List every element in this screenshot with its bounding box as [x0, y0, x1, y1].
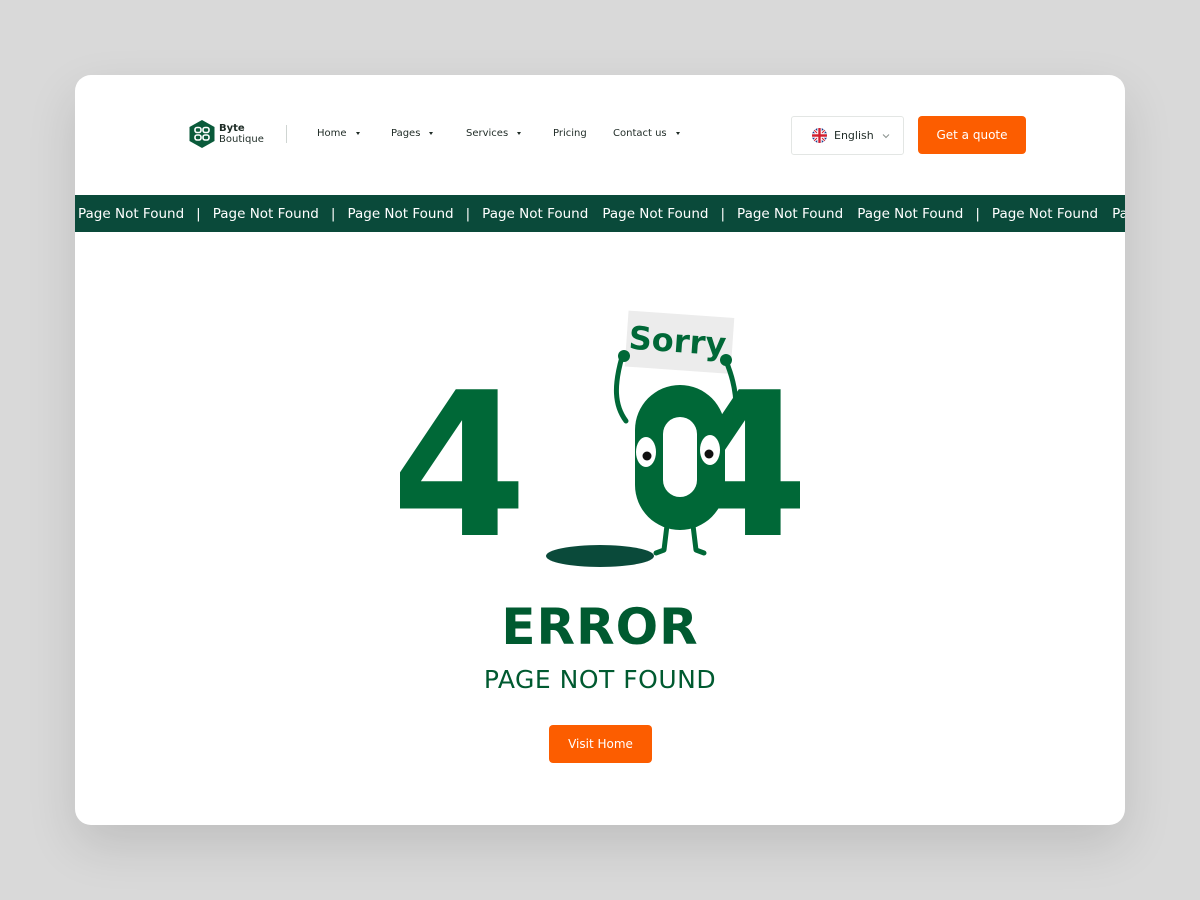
- ground-shadow: [546, 545, 654, 567]
- nav-item-label: Contact us: [613, 128, 667, 139]
- brand-name-line2: Boutique: [219, 134, 264, 145]
- nav-item-pricing[interactable]: Pricing: [553, 128, 587, 139]
- nav-item-pages[interactable]: Pages: [391, 128, 434, 139]
- error-title: ERROR: [501, 598, 699, 656]
- marquee-item: Page Not Found: [78, 205, 185, 222]
- caret-down-icon: [675, 132, 680, 135]
- caret-down-icon: [429, 132, 434, 135]
- error-subtitle: PAGE NOT FOUND: [483, 665, 717, 694]
- nav-item-contact[interactable]: Contact us: [613, 128, 680, 139]
- sorry-sign-text: Sorry: [628, 319, 728, 364]
- right-hand: [720, 354, 732, 366]
- left-hand: [618, 350, 630, 362]
- nav-item-label: Home: [317, 128, 347, 139]
- visit-home-button[interactable]: Visit Home: [549, 725, 652, 763]
- nav-item-home[interactable]: Home: [317, 128, 360, 139]
- language-selector[interactable]: English: [791, 116, 904, 155]
- marquee-separator: |: [196, 205, 201, 222]
- marquee-separator: |: [975, 205, 980, 222]
- language-label: English: [834, 129, 874, 142]
- marquee-separator: |: [465, 205, 471, 222]
- zero-hole: [663, 417, 697, 497]
- marquee-item: Page Not Found: [212, 205, 319, 222]
- left-arm: [613, 354, 629, 424]
- marquee-item: Page Not Found: [602, 205, 709, 222]
- brand-name: Byte Boutique: [219, 123, 264, 145]
- nav-item-label: Services: [466, 128, 509, 139]
- marquee-item: Page Not Found: [991, 205, 1099, 222]
- nav-item-services[interactable]: Services: [466, 128, 522, 139]
- nav-item-label: Pages: [391, 128, 421, 139]
- marquee-item: Page Not Found: [737, 205, 844, 222]
- right-pupil: [704, 449, 714, 459]
- marquee-separator: |: [330, 205, 336, 222]
- nav-item-label: Pricing: [553, 128, 587, 139]
- caret-down-icon: [517, 132, 522, 135]
- get-quote-button[interactable]: Get a quote: [918, 116, 1026, 154]
- marquee-separator: |: [720, 205, 726, 222]
- marquee-track: Page Not Found | Page Not Found | Page N…: [78, 195, 1125, 232]
- caret-down-icon: [355, 132, 360, 135]
- logo-hexagon-icon: [189, 120, 215, 148]
- marquee-item: Page Not Found: [347, 205, 454, 222]
- marquee-item: Page Not Found: [857, 205, 964, 222]
- header-divider: [286, 125, 287, 143]
- brand-logo[interactable]: Byte Boutique: [187, 119, 264, 149]
- sorry-sign: Sorry: [624, 310, 735, 374]
- page-card: Byte Boutique Home Pages Services Pricin…: [75, 75, 1125, 825]
- marquee-item: Page Not Found: [1112, 205, 1125, 222]
- 404-illustration: 4 4 Sorry: [400, 310, 800, 573]
- page-not-found-marquee: Page Not Found | Page Not Found | Page N…: [75, 195, 1125, 232]
- digit-left: 4: [400, 350, 528, 573]
- marquee-item: Page Not Found: [482, 205, 589, 222]
- brand-name-line1: Byte: [219, 123, 245, 134]
- chevron-down-icon: [882, 133, 890, 138]
- left-pupil: [642, 451, 652, 461]
- uk-flag-icon: [812, 128, 827, 143]
